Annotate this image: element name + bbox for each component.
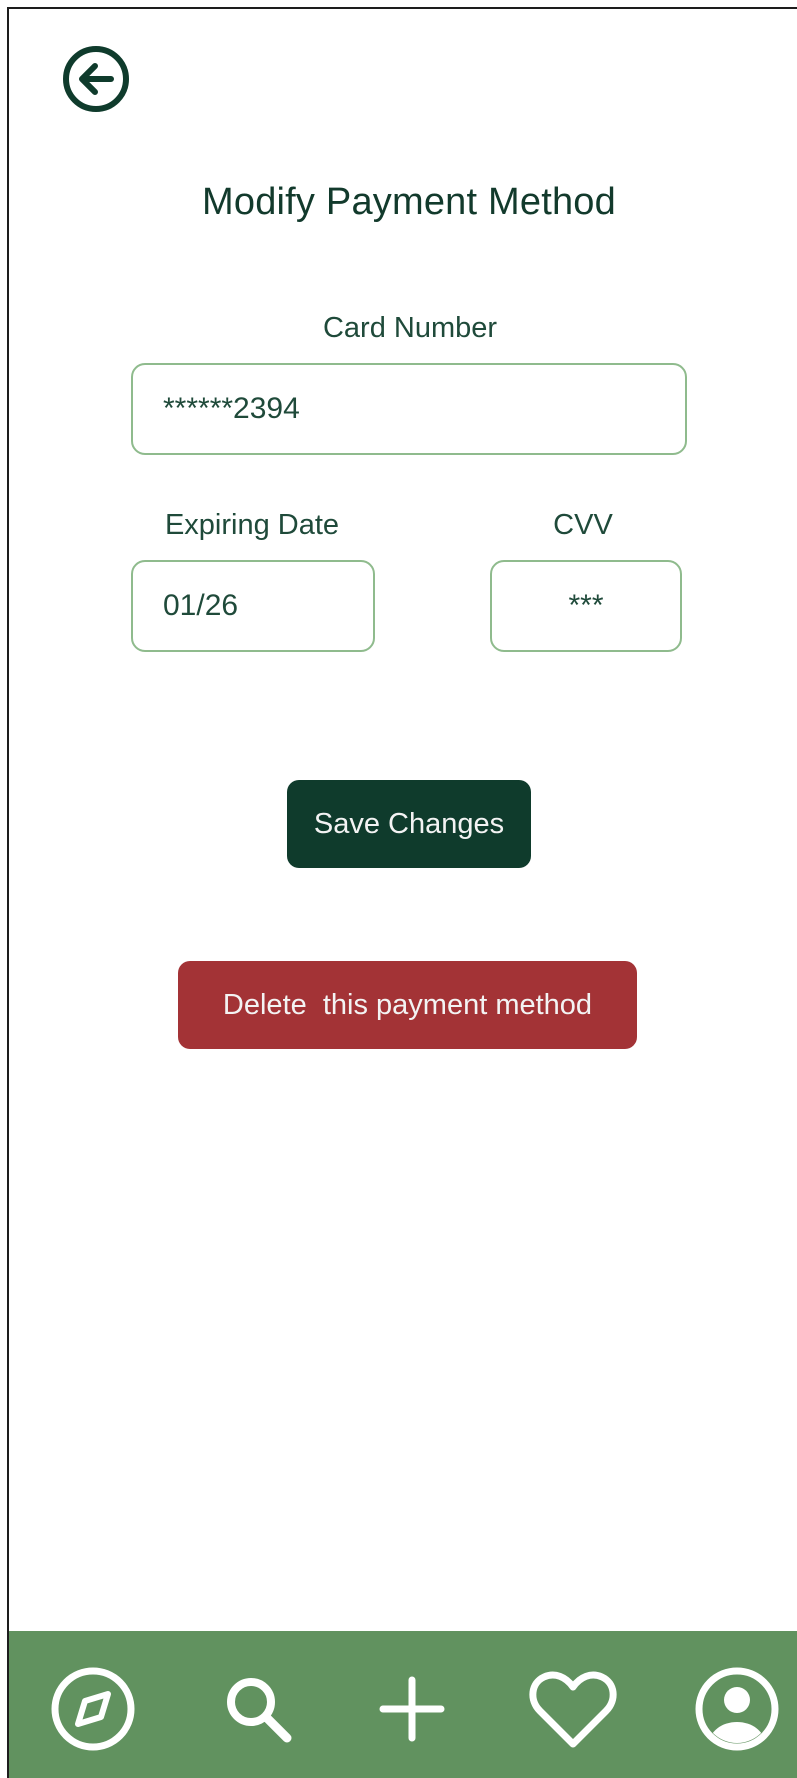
cvv-label: CVV: [553, 509, 613, 541]
tab-favorites[interactable]: [525, 1661, 621, 1757]
plus-icon: [379, 1676, 445, 1742]
tab-add[interactable]: [364, 1661, 460, 1757]
heart-icon: [529, 1671, 617, 1748]
arrow-left-circle-icon: [63, 46, 129, 112]
expiry-value: 01/26: [163, 589, 239, 622]
tab-profile[interactable]: [689, 1661, 785, 1757]
screen: Modify Payment Method Card Number ******…: [7, 7, 797, 1778]
save-changes-label: Save Changes: [313, 807, 505, 840]
card-number-label: Card Number: [322, 312, 498, 344]
page-title: Modify Payment Method: [202, 181, 616, 223]
user-icon: [695, 1667, 779, 1751]
bottom-tab-bar: [9, 1631, 797, 1778]
card-number-field[interactable]: ******2394: [131, 363, 687, 455]
search-icon: [227, 1678, 292, 1743]
tab-search[interactable]: [210, 1661, 306, 1757]
compass-icon: [51, 1667, 135, 1751]
delete-payment-method-button[interactable]: Delete this payment method: [178, 961, 637, 1049]
expiry-field[interactable]: 01/26: [131, 560, 375, 652]
back-button[interactable]: [61, 44, 131, 114]
tab-explore[interactable]: [45, 1661, 141, 1757]
card-number-value: ******2394: [163, 392, 300, 425]
delete-payment-method-label: Delete this payment method: [222, 988, 593, 1021]
expiry-label: Expiring Date: [164, 509, 340, 541]
save-changes-button[interactable]: Save Changes: [287, 780, 531, 868]
cvv-value: ***: [568, 589, 604, 622]
cvv-field[interactable]: ***: [490, 560, 682, 652]
